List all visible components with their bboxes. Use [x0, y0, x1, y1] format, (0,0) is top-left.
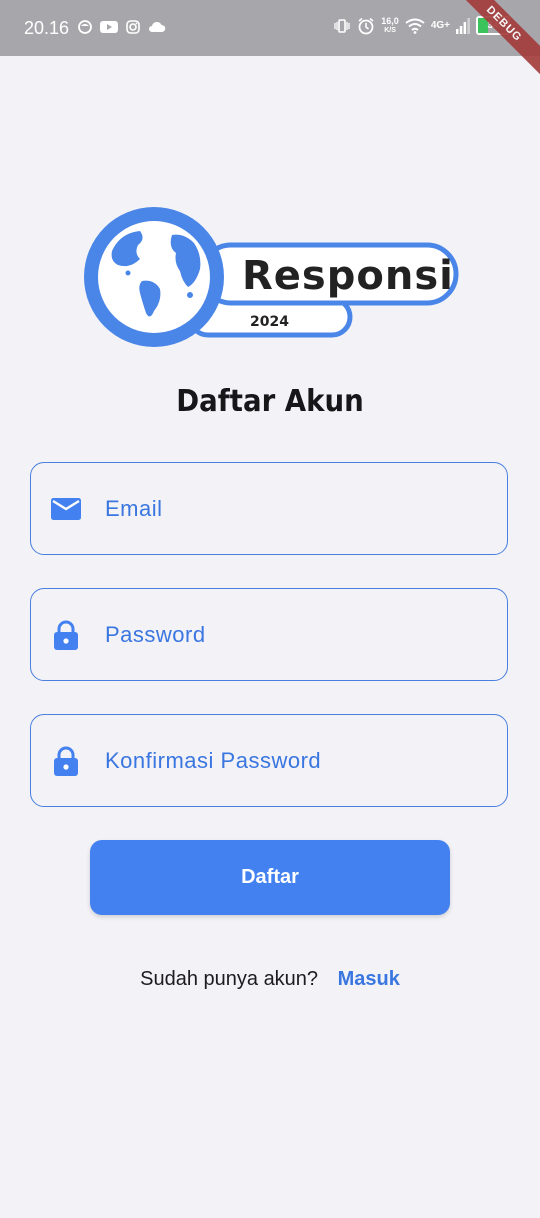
speed-value: 16,0 — [381, 15, 399, 26]
responsi-logo: Responsi 2024 — [84, 207, 459, 347]
vibrate-icon — [334, 18, 350, 33]
system-icons: 16,0 K/S 4G+ 34 — [333, 16, 510, 35]
login-link[interactable]: Masuk — [338, 968, 400, 990]
wifi-icon — [405, 18, 425, 34]
confirm-password-input[interactable] — [103, 715, 491, 806]
login-prompt: Sudah punya akun? Masuk — [0, 968, 540, 991]
status-bar: 20.16 16,0 K/S 4G+ 34 DEBUG — [0, 0, 540, 81]
logo-year-text: 2024 — [250, 314, 289, 330]
logo-brand-text: Responsi — [242, 253, 454, 299]
debug-banner: DEBUG — [447, 0, 540, 81]
lock-icon — [54, 746, 78, 776]
page-title: Daftar Akun — [176, 384, 364, 419]
face-icon — [78, 20, 92, 34]
network-speed: 16,0 K/S — [381, 15, 399, 35]
password-field[interactable] — [30, 588, 508, 681]
register-button[interactable]: Daftar — [90, 840, 450, 915]
youtube-icon — [100, 21, 118, 33]
notification-icons — [78, 20, 166, 34]
network-type: 4G+ — [430, 20, 450, 31]
email-field[interactable] — [30, 462, 508, 555]
signal-icon — [456, 17, 470, 34]
password-input[interactable] — [103, 589, 491, 680]
email-input[interactable] — [103, 463, 491, 554]
lock-icon — [54, 620, 78, 650]
speed-unit: K/S — [384, 26, 396, 34]
instagram-icon — [126, 20, 140, 34]
alarm-icon — [358, 17, 374, 34]
confirm-password-field[interactable] — [30, 714, 508, 807]
cloud-icon — [149, 21, 166, 32]
login-question: Sudah punya akun? — [140, 968, 319, 990]
status-time: 20.16 — [24, 18, 70, 38]
mail-icon — [51, 497, 81, 520]
